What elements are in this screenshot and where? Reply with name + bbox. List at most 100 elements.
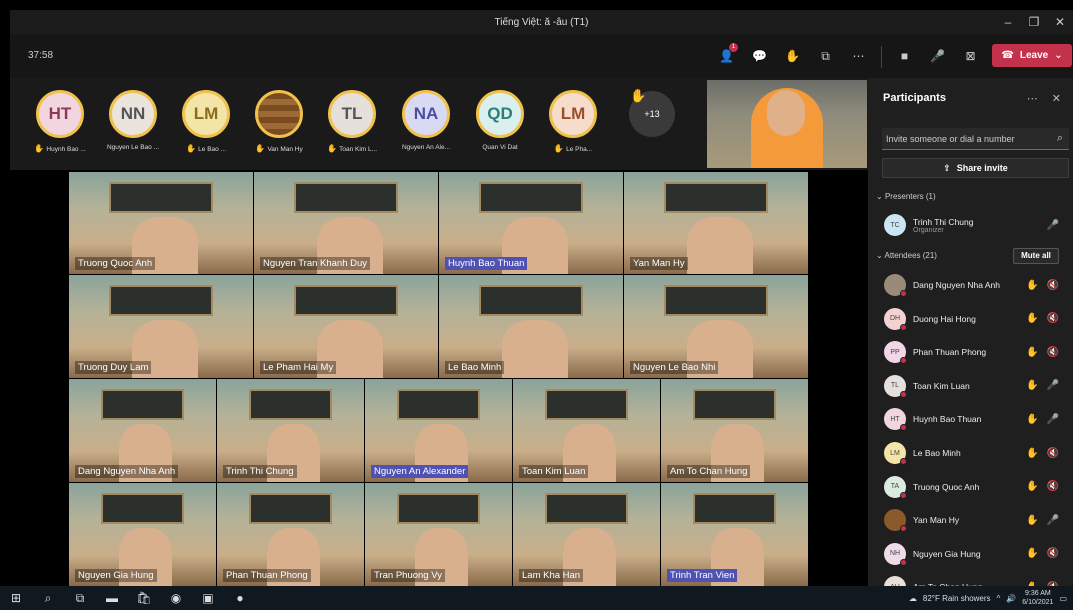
- attendee-row[interactable]: Dang Nguyen Nha Anh ✋ 🔇: [884, 272, 1069, 298]
- reactions-button[interactable]: ✋: [776, 46, 809, 66]
- video-tile[interactable]: Truong Duy Lam: [69, 275, 253, 378]
- attendee-row[interactable]: TL Toan Kim Luan ✋ 🎤: [884, 373, 1069, 399]
- camera-button[interactable]: ■: [888, 46, 921, 66]
- video-tile[interactable]: Nguyen Le Bao Nhi: [624, 275, 808, 378]
- video-tile[interactable]: Le Pham Hai My: [254, 275, 438, 378]
- video-tile[interactable]: Yan Man Hy: [624, 172, 808, 274]
- video-tile[interactable]: Nguyen Tran Khanh Duy: [254, 172, 438, 274]
- participants-badge: 1: [729, 43, 738, 52]
- chevron-down-icon[interactable]: ⌄: [1054, 50, 1062, 61]
- video-tile[interactable]: Tran Phuong Vy: [365, 483, 512, 586]
- participant-video: [686, 216, 753, 274]
- strip-avatar[interactable]: NN Nguyen Le Bao ...: [97, 90, 169, 151]
- attendee-row[interactable]: PP Phan Thuan Phong ✋ 🔇: [884, 339, 1069, 365]
- share-screen-button[interactable]: ⊠: [954, 46, 987, 66]
- avatar: NN: [109, 90, 157, 138]
- store-icon[interactable]: 🛍: [128, 591, 160, 605]
- attendees-section-toggle[interactable]: ⌄ Attendees (21): [876, 251, 937, 260]
- mic-muted-icon: 🔇: [1046, 279, 1059, 291]
- presence-dot: [900, 357, 907, 365]
- video-tile[interactable]: Nguyen An Alexander: [365, 379, 512, 482]
- leave-button[interactable]: ☎ Leave ⌄: [992, 44, 1072, 67]
- more-participants-count: +13: [644, 109, 660, 119]
- chrome-icon[interactable]: ◉: [160, 591, 192, 605]
- strip-avatar[interactable]: QD Quan Vi Dat: [464, 90, 536, 151]
- search-icon[interactable]: ⌕: [1057, 132, 1063, 145]
- rooms-button[interactable]: ⧉: [809, 46, 842, 66]
- weather-icon[interactable]: ☁: [909, 594, 917, 603]
- chat-button[interactable]: 💬: [743, 46, 776, 66]
- participants-button[interactable]: 👤 1: [710, 43, 743, 66]
- start-icon[interactable]: ⊞: [0, 591, 32, 605]
- teams-meeting-window: Tiếng Việt: ă -âu (T1) – ❐ ✕ 37:58 👤 1 💬…: [0, 0, 1073, 610]
- volume-icon[interactable]: 🔊: [1006, 594, 1016, 603]
- attendee-row[interactable]: LM Le Bao Minh ✋ 🔇: [884, 440, 1069, 466]
- video-tile[interactable]: Lam Kha Han: [513, 483, 660, 586]
- notifications-icon[interactable]: ▭: [1059, 594, 1067, 603]
- panel-controls: ⋯ ✕: [1027, 92, 1061, 105]
- mic-muted-icon: 🔇: [1046, 548, 1059, 560]
- video-tile[interactable]: Le Bao Minh: [439, 275, 623, 378]
- title-bar: Tiếng Việt: ă -âu (T1) – ❐ ✕: [10, 10, 1073, 34]
- attendee-status: ✋🔇: [1026, 280, 1069, 291]
- maximize-icon[interactable]: ❐: [1021, 15, 1047, 29]
- video-tile[interactable]: Dang Nguyen Nha Anh: [69, 379, 216, 482]
- video-tile[interactable]: Huynh Bao Thuan: [439, 172, 623, 274]
- attendee-row[interactable]: DH Duong Hai Hong ✋ 🔇: [884, 306, 1069, 332]
- firefox-icon[interactable]: ●: [224, 591, 256, 605]
- avatar-initials: HT: [890, 415, 900, 423]
- presence-dot: [900, 290, 907, 297]
- attendee-row[interactable]: TA Truong Quoc Anh ✋ 🔇: [884, 474, 1069, 500]
- strip-avatar[interactable]: TL ✋ Toan Kim L...: [316, 90, 388, 153]
- strip-avatar[interactable]: LM ✋ Le Bao ...: [170, 90, 242, 153]
- avatar: LM: [884, 442, 907, 465]
- avatar: TL: [328, 90, 376, 138]
- weather-text[interactable]: 82°F Rain showers: [923, 594, 991, 603]
- minimize-icon[interactable]: –: [995, 15, 1021, 29]
- video-tile[interactable]: Trinh Thi Chung: [217, 379, 364, 482]
- attendee-row[interactable]: NH Nguyen Gia Hung ✋ 🔇: [884, 541, 1069, 567]
- more-actions-button[interactable]: ⋯: [842, 46, 875, 66]
- strip-avatar[interactable]: LM ✋ Le Pha...: [537, 90, 609, 153]
- presenter-row[interactable]: TC Trinh Thi Chung Organizer 🎤: [884, 212, 1069, 238]
- search-icon[interactable]: ⌕: [32, 591, 64, 606]
- video-tile[interactable]: Nguyen Gia Hung: [69, 483, 216, 586]
- invite-input[interactable]: Invite someone or dial a number ⌕: [882, 128, 1069, 150]
- video-tile[interactable]: Phan Thuan Phong: [217, 483, 364, 586]
- attendee-row[interactable]: HT Huynh Bao Thuan ✋ 🎤: [884, 406, 1069, 432]
- mic-icon: 🎤: [930, 49, 945, 63]
- video-tile[interactable]: Truong Quoc Anh: [69, 172, 253, 274]
- attendee-name: Phan Thuan Phong: [913, 347, 987, 358]
- mute-all-button[interactable]: Mute all: [1013, 248, 1059, 264]
- attendee-row[interactable]: Yan Man Hy ✋ 🎤: [884, 507, 1069, 533]
- avatar-name: Nguyen Le Bao ...: [97, 144, 169, 151]
- hand-raise-icon: ✋: [630, 88, 647, 103]
- file-explorer-icon[interactable]: ▬: [96, 591, 128, 605]
- share-invite-button[interactable]: ⇪ Share invite: [882, 158, 1069, 178]
- close-icon[interactable]: ✕: [1047, 15, 1073, 29]
- participant-name-label: Nguyen Le Bao Nhi: [630, 361, 719, 374]
- teams-icon[interactable]: ▣: [192, 591, 224, 605]
- presenters-section-toggle[interactable]: ⌄ Presenters (1): [876, 192, 936, 201]
- more-icon[interactable]: ⋯: [1027, 92, 1038, 105]
- classroom-board: [101, 493, 184, 525]
- avatar: PP: [884, 341, 907, 365]
- mic-button[interactable]: 🎤: [921, 46, 954, 66]
- video-tile[interactable]: Am To Chan Hung: [661, 379, 808, 482]
- avatar-initials: TC: [890, 221, 900, 229]
- hand-raise-icon: ✋: [1026, 481, 1039, 493]
- classroom-board: [664, 182, 768, 213]
- presenter-role: Organizer: [913, 226, 944, 234]
- clock[interactable]: 9:36 AM 6/10/2021: [1022, 589, 1053, 607]
- video-tile[interactable]: Toan Kim Luan: [513, 379, 660, 482]
- task-view-icon[interactable]: ⧉: [64, 591, 96, 606]
- attendee-name: Huynh Bao Thuan: [913, 414, 982, 425]
- participant-name-label: Am To Chan Hung: [667, 465, 751, 478]
- strip-avatar[interactable]: HT ✋ Huynh Bao ...: [24, 90, 96, 153]
- participants-panel: Participants ⋯ ✕ Invite someone or dial …: [868, 78, 1073, 600]
- video-tile[interactable]: Trinh Tran Vien: [661, 483, 808, 586]
- close-icon[interactable]: ✕: [1052, 92, 1061, 105]
- strip-avatar[interactable]: NA Nguyen An Ale...: [390, 90, 462, 151]
- tray-chevron-icon[interactable]: ^: [997, 594, 1001, 603]
- strip-avatar[interactable]: ✋ Van Man Hy: [243, 90, 315, 153]
